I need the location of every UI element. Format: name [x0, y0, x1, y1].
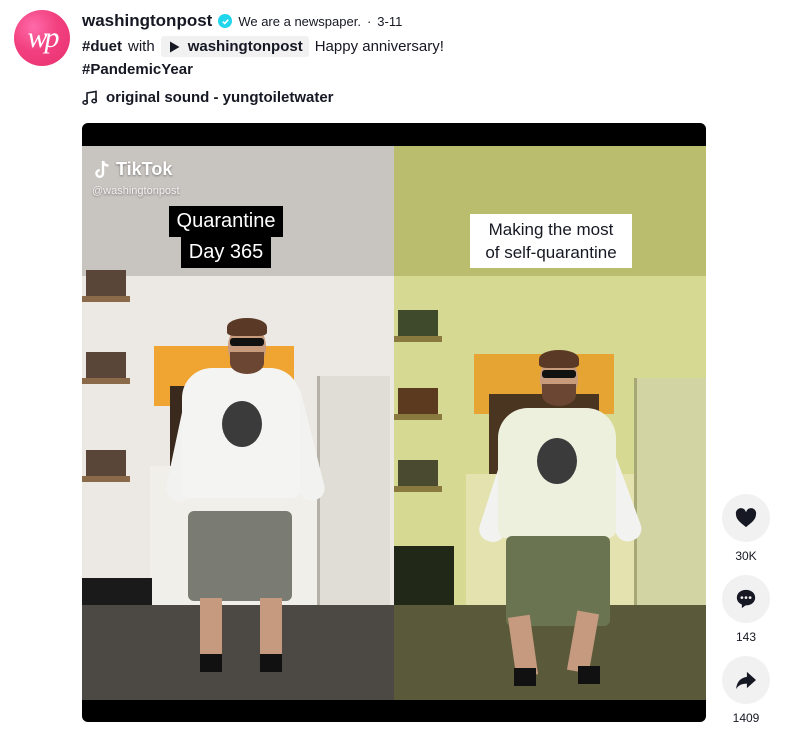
separator: · — [366, 13, 372, 29]
heart-icon — [735, 508, 757, 528]
left-overlay-line2: Day 365 — [180, 237, 272, 268]
share-button[interactable] — [722, 656, 770, 704]
hashtag-pandemicyear[interactable]: #PandemicYear — [82, 61, 193, 78]
share-count: 1409 — [732, 711, 760, 725]
caption: #duet with washingtonpost Happy annivers… — [82, 36, 444, 57]
author-username[interactable]: washingtonpost — [82, 11, 212, 31]
caption-with-text: with — [128, 38, 155, 55]
left-overlay-text: Quarantine Day 365 — [166, 206, 286, 268]
play-icon — [169, 41, 180, 52]
like-count: 30K — [735, 549, 757, 563]
post-date: 3-11 — [377, 13, 403, 29]
left-overlay-line1: Quarantine — [168, 206, 284, 237]
music-note-icon — [82, 90, 98, 105]
share-icon — [736, 671, 756, 690]
tiktok-watermark-handle: @washingtonpost — [92, 185, 180, 197]
author-info: washingtonpost We are a newspaper. · 3-1… — [82, 11, 402, 31]
music-title: original sound - yungtoiletwater — [106, 89, 334, 106]
author-nickname: We are a newspaper. — [238, 13, 361, 29]
tiktok-logo-icon — [95, 160, 109, 178]
washington-post-logo-icon: wp — [27, 21, 59, 54]
action-bar: 30K 143 1409 — [722, 494, 770, 737]
verified-badge-icon — [218, 14, 233, 28]
tiktok-watermark: TikTok — [94, 159, 172, 180]
video-player[interactable]: TikTok @washingtonpost Quarantine Day 36… — [82, 123, 706, 722]
video-right-panel: Making the most of self-quarantine — [394, 146, 706, 700]
comment-button[interactable] — [722, 575, 770, 623]
mention-username: washingtonpost — [187, 38, 303, 55]
like-button[interactable] — [722, 494, 770, 542]
video-left-panel: TikTok @washingtonpost Quarantine Day 36… — [82, 146, 394, 700]
comment-count: 143 — [735, 630, 757, 644]
right-overlay-line1: Making the most — [488, 220, 614, 239]
caption-text: Happy anniversary! — [314, 38, 444, 55]
tiktok-brand: TikTok — [116, 159, 173, 179]
duet-mention-link[interactable]: washingtonpost — [160, 36, 309, 57]
right-overlay-text: Making the most of self-quarantine — [470, 214, 632, 268]
right-overlay-line2: of self-quarantine — [485, 243, 617, 262]
avatar[interactable]: wp — [14, 10, 70, 66]
comment-icon — [736, 589, 756, 609]
hashtag-duet[interactable]: #duet — [82, 38, 122, 55]
music-link[interactable]: original sound - yungtoiletwater — [82, 89, 334, 106]
